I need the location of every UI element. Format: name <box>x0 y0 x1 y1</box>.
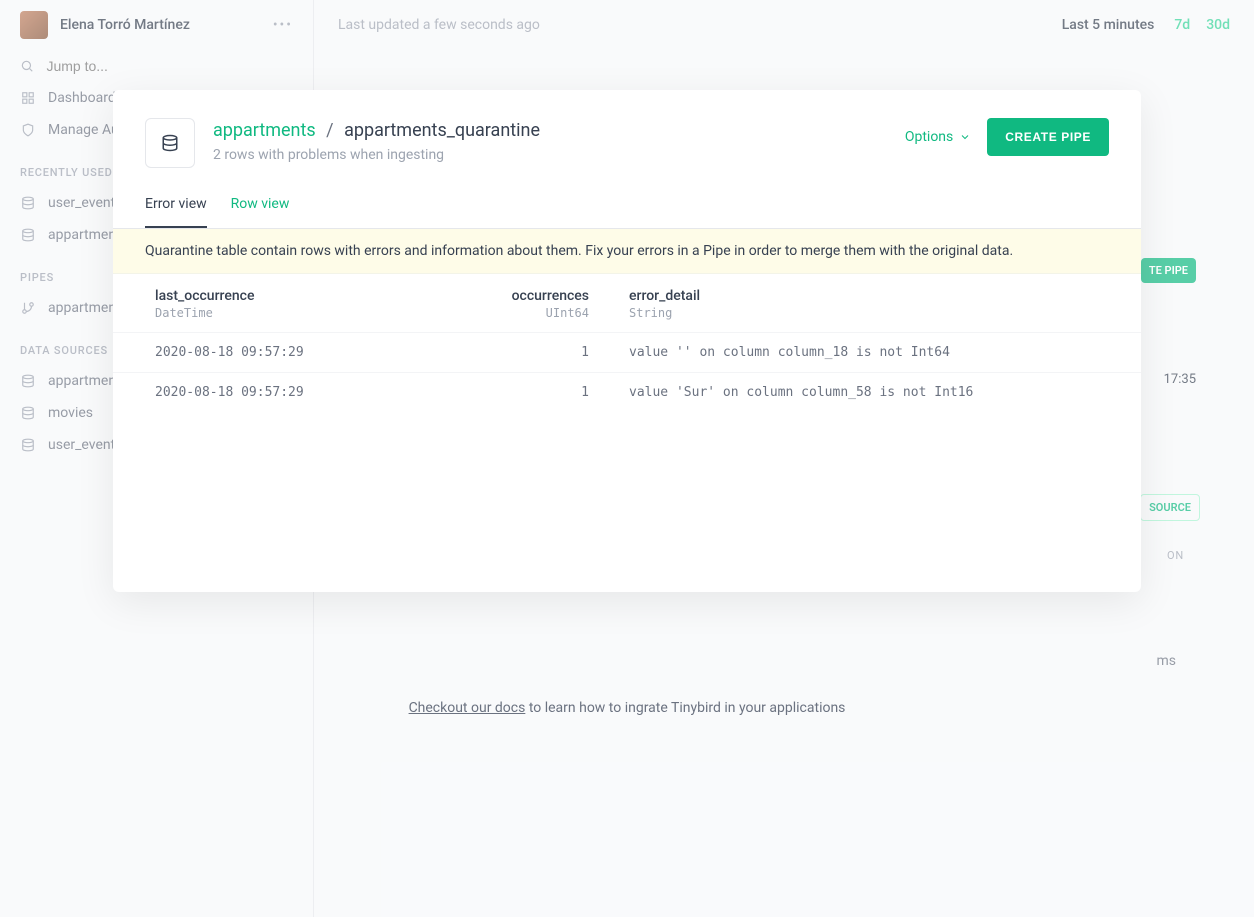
docs-rest: to learn how to ingrate Tinybird in your… <box>525 700 845 716</box>
docs-link[interactable]: Checkout our docs <box>409 700 526 716</box>
modal-subtitle: 2 rows with problems when ingesting <box>213 147 905 163</box>
cell-occurrences: 1 <box>369 373 609 413</box>
col-header-last-occurrence: last_occurrence <box>113 274 369 306</box>
col-header-error-detail: error_detail <box>609 274 1141 306</box>
cell-error-detail: value '' on column column_18 is not Int6… <box>609 333 1141 373</box>
modal-title: appartments / appartments_quarantine <box>213 118 905 143</box>
quarantine-modal: appartments / appartments_quarantine 2 r… <box>113 90 1141 592</box>
table-row: 2020-08-18 09:57:29 1 value 'Sur' on col… <box>113 373 1141 413</box>
col-type-occurrences: UInt64 <box>369 306 609 333</box>
chevron-down-icon <box>959 131 971 143</box>
tab-error-view[interactable]: Error view <box>145 196 207 228</box>
col-type-last-occurrence: DateTime <box>113 306 369 333</box>
cell-occurrences: 1 <box>369 333 609 373</box>
breadcrumb-current: appartments_quarantine <box>344 120 540 141</box>
error-table: last_occurrence occurrences error_detail… <box>113 274 1141 412</box>
col-type-error-detail: String <box>609 306 1141 333</box>
create-pipe-button[interactable]: CREATE PIPE <box>987 118 1109 156</box>
options-label: Options <box>905 129 953 145</box>
modal-header: appartments / appartments_quarantine 2 r… <box>113 90 1141 168</box>
table-row: 2020-08-18 09:57:29 1 value '' on column… <box>113 333 1141 373</box>
cell-last-occurrence: 2020-08-18 09:57:29 <box>113 373 369 413</box>
col-header-occurrences: occurrences <box>369 274 609 306</box>
datasource-icon <box>145 118 195 168</box>
cell-error-detail: value 'Sur' on column column_58 is not I… <box>609 373 1141 413</box>
tab-row-view[interactable]: Row view <box>231 196 290 228</box>
breadcrumb-separator: / <box>326 120 333 141</box>
modal-tabs: Error view Row view <box>113 168 1141 229</box>
docs-footer: Checkout our docs to learn how to ingrat… <box>113 700 1141 716</box>
breadcrumb-parent[interactable]: appartments <box>213 120 316 141</box>
options-dropdown[interactable]: Options <box>905 129 971 145</box>
cell-last-occurrence: 2020-08-18 09:57:29 <box>113 333 369 373</box>
info-banner: Quarantine table contain rows with error… <box>113 229 1141 274</box>
